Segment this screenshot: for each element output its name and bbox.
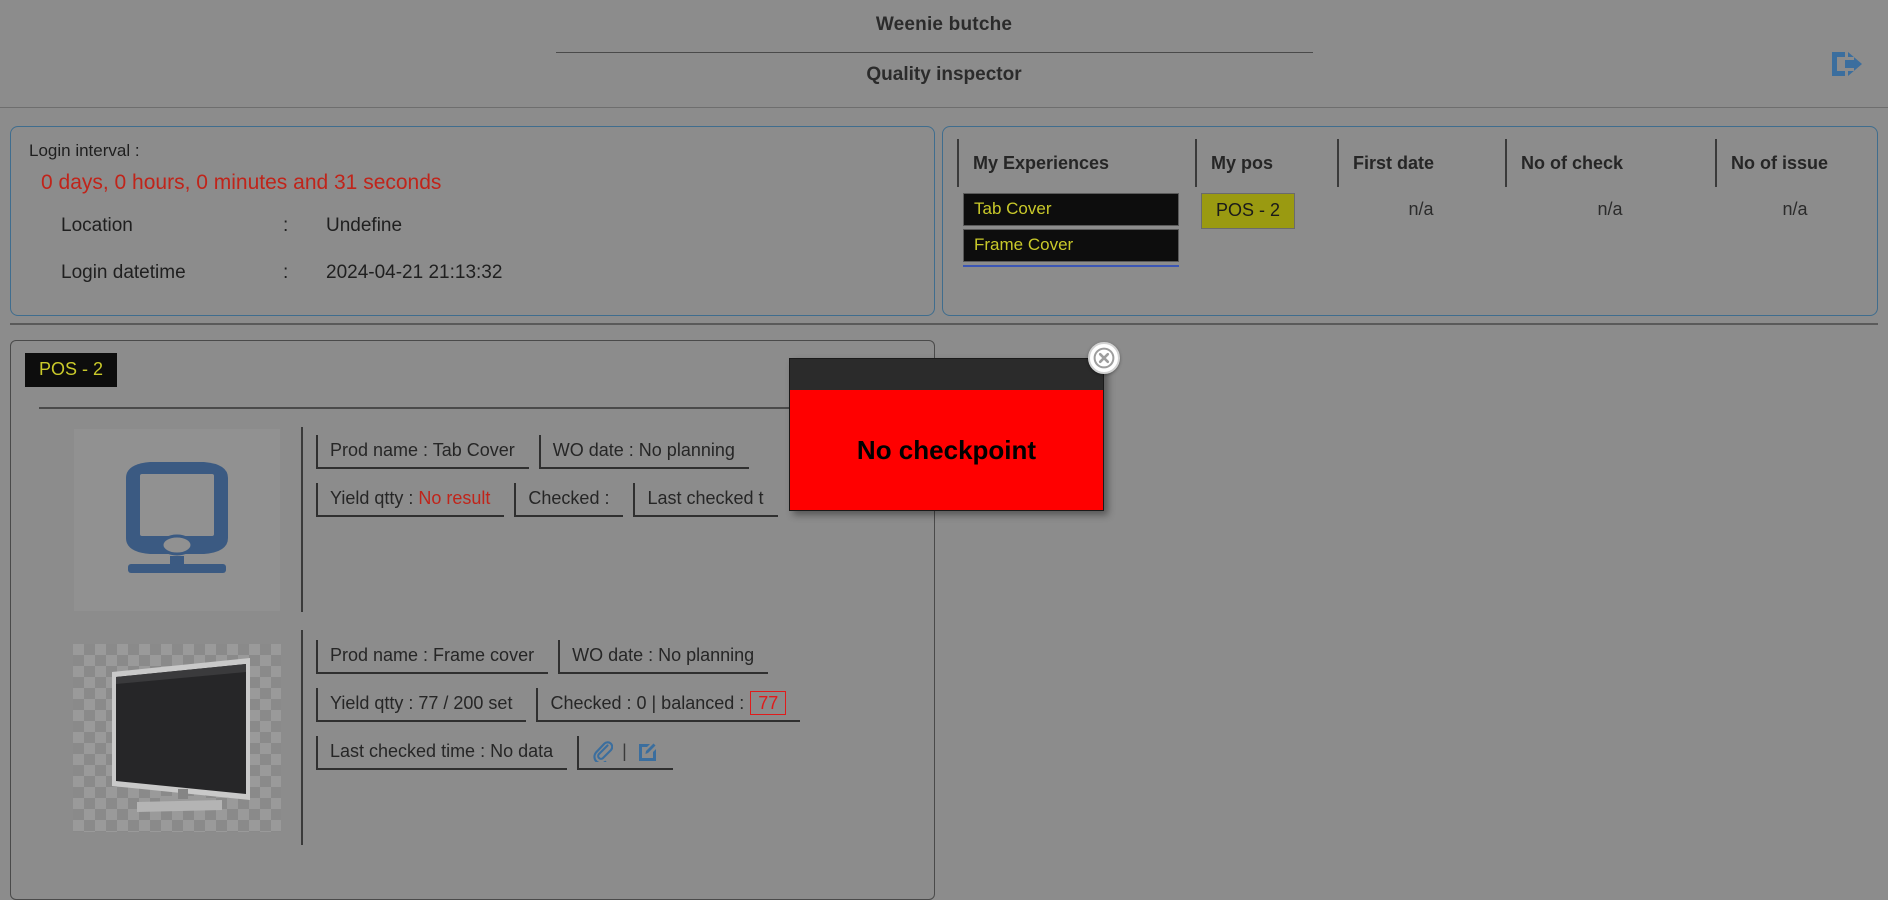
product-thumbnail-cell (53, 427, 303, 612)
yield-qtty-field: Yield qtty : No result (316, 483, 505, 517)
product-field-line: Prod name : Frame cover WO date : No pla… (316, 640, 810, 674)
login-datetime-value: 2024-04-21 21:13:32 (326, 262, 503, 283)
prod-name-field: Prod name : Frame cover (316, 640, 549, 674)
experiences-table-row: Tab Cover Frame Cover POS - 2 n/a n/a n/… (957, 187, 1857, 287)
experiences-table: My Experiences My pos First date No of c… (957, 139, 1857, 287)
product-fields: Prod name : Tab Cover WO date : No plann… (316, 435, 788, 531)
my-pos-cell: POS - 2 (1201, 193, 1296, 229)
location-value: Undefine (326, 215, 403, 236)
wo-date-field: WO date : No planning (558, 640, 769, 674)
product-field-line: Last checked time : No data | (316, 736, 810, 770)
experience-chip-tab-cover[interactable]: Tab Cover (963, 193, 1179, 226)
my-experiences-panel: My Experiences My pos First date No of c… (942, 126, 1878, 316)
page-title: Weenie butche (875, 14, 1013, 35)
modal-header (789, 358, 1104, 390)
login-interval-value: 0 days, 0 hours, 0 minutes and 31 second… (41, 171, 442, 194)
first-date-value: n/a (1408, 199, 1434, 219)
pos-card-divider (39, 407, 919, 409)
balanced-value: 77 (750, 691, 787, 715)
location-label: Location (61, 215, 133, 236)
location-row: Location : Undefine (61, 215, 761, 241)
wo-date-field: WO date : No planning (538, 435, 749, 469)
login-datetime-label: Login datetime (61, 262, 186, 283)
product-thumbnail-cell (53, 630, 303, 845)
no-of-check-value: n/a (1597, 199, 1623, 219)
edit-pencil-icon[interactable] (636, 740, 659, 763)
login-info-panel: Login interval : 0 days, 0 hours, 0 minu… (10, 126, 935, 316)
column-header-my-pos: My pos (1195, 139, 1337, 187)
product-actions: | (577, 736, 673, 770)
column-header-no-of-check: No of check (1505, 139, 1715, 187)
column-header-first-date: First date (1337, 139, 1505, 187)
last-checked-time-field: Last checked t (633, 483, 778, 517)
product-row: Prod name : Frame cover WO date : No pla… (11, 626, 936, 856)
top-panels: Login interval : 0 days, 0 hours, 0 minu… (0, 116, 1888, 316)
no-checkpoint-modal: No checkpoint (789, 342, 1120, 511)
login-interval-label: Login interval : (29, 141, 140, 160)
checked-balanced-field: Checked : 0 | balanced : 77 (536, 688, 801, 722)
modal-message: No checkpoint (856, 434, 1037, 465)
my-pos-badge[interactable]: POS - 2 (1201, 193, 1296, 229)
experience-chip-underline (963, 265, 1179, 267)
pos-card-badge[interactable]: POS - 2 (25, 353, 118, 387)
product-field-line: Yield qtty : No result Checked : Last ch… (316, 483, 788, 517)
checked-field: Checked : (514, 483, 624, 517)
page-subtitle: Quality inspector (866, 64, 1022, 85)
section-divider (10, 323, 1878, 325)
product-field-line: Yield qtty : 77 / 200 set Checked : 0 | … (316, 688, 810, 722)
login-datetime-row: Login datetime : 2024-04-21 21:13:32 (61, 262, 761, 288)
action-separator: | (622, 740, 627, 761)
product-fields: Prod name : Frame cover WO date : No pla… (316, 640, 810, 784)
experiences-table-header: My Experiences My pos First date No of c… (957, 139, 1857, 187)
experience-chip-list: Tab Cover Frame Cover (963, 193, 1179, 267)
login-datetime-separator: : (283, 262, 289, 283)
yield-qtty-value: No result (418, 487, 491, 508)
column-header-no-of-issue: No of issue (1715, 139, 1875, 187)
paperclip-icon[interactable] (591, 740, 614, 765)
location-separator: : (283, 215, 289, 236)
app-header: Weenie butche Quality inspector (0, 0, 1888, 108)
no-of-issue-value: n/a (1782, 199, 1808, 219)
prod-name-field: Prod name : Tab Cover (316, 435, 529, 469)
experience-chip-frame-cover[interactable]: Frame Cover (963, 229, 1179, 262)
checked-label: Checked : 0 | balanced : (550, 692, 745, 713)
monitor-placeholder-icon (74, 428, 280, 611)
header-divider (556, 52, 1313, 53)
yield-qtty-field: Yield qtty : 77 / 200 set (316, 688, 527, 722)
television-photo (73, 643, 281, 832)
product-field-line: Prod name : Tab Cover WO date : No plann… (316, 435, 788, 469)
yield-qtty-label: Yield qtty : (330, 487, 414, 508)
last-checked-time-field: Last checked time : No data (316, 736, 568, 770)
column-header-my-experiences: My Experiences (957, 139, 1195, 187)
modal-body: No checkpoint (789, 390, 1104, 511)
close-icon[interactable] (1088, 342, 1120, 374)
logout-icon[interactable] (1828, 46, 1868, 82)
